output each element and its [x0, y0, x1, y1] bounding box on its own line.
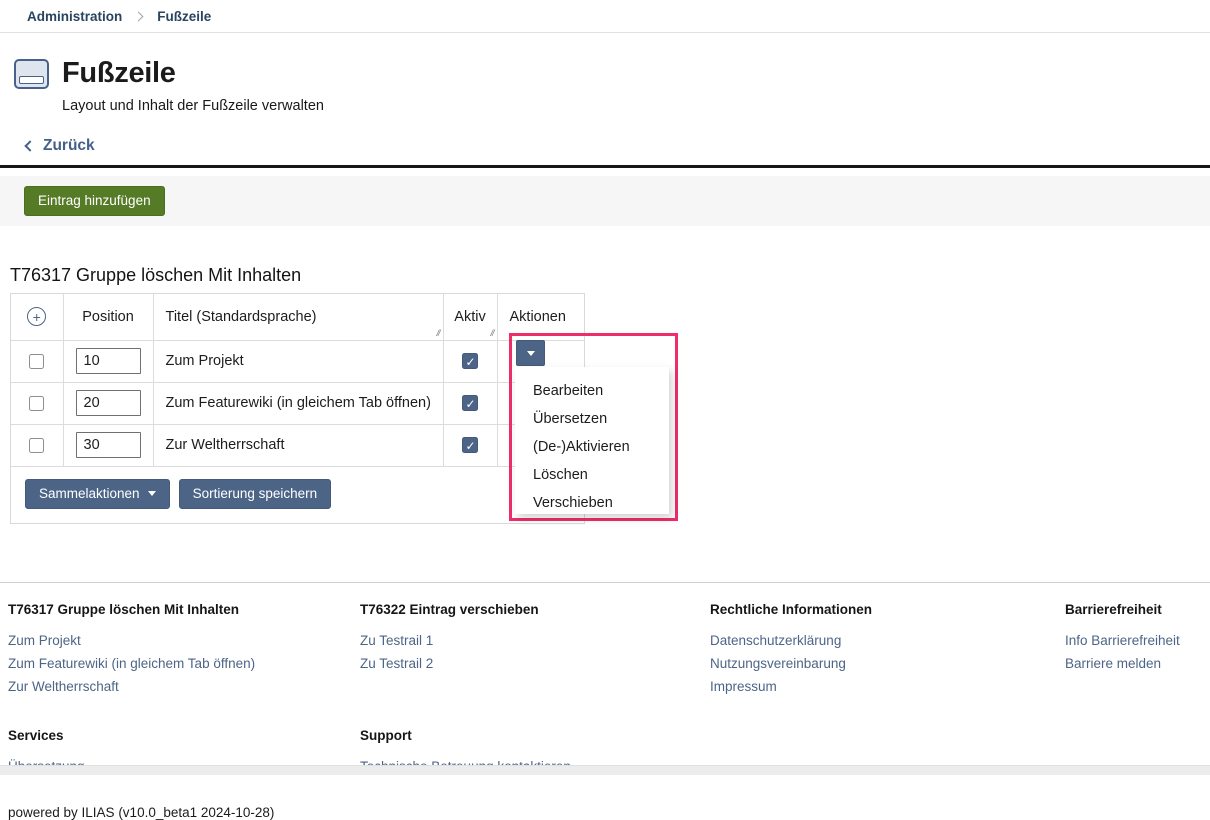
footer-link-zur-weltherrschaft[interactable]: Zur Weltherrschaft [8, 675, 360, 698]
column-header-title: Titel (Standardsprache) // [153, 294, 443, 340]
bulk-actions-label: Sammelaktionen [39, 486, 140, 502]
row-select-checkbox[interactable] [29, 354, 44, 369]
active-checkbox[interactable] [462, 353, 478, 369]
site-footer: T76317 Gruppe löschen Mit Inhalten Zum P… [0, 582, 1210, 820]
footer-heading: T76317 Gruppe löschen Mit Inhalten [8, 602, 360, 617]
chevron-right-icon [134, 11, 144, 21]
bottom-strip [0, 765, 1210, 775]
footer-section-rechtliches: Rechtliche Informationen Datenschutzerkl… [710, 602, 1065, 698]
row-select-checkbox[interactable] [29, 438, 44, 453]
column-resize-handle[interactable]: // [490, 328, 493, 338]
table-row: Zum Projekt [11, 340, 584, 382]
footer-heading: Barrierefreiheit [1065, 602, 1202, 617]
column-header-title-label: Titel (Standardsprache) [166, 309, 317, 325]
menu-item-loeschen[interactable]: Löschen [533, 461, 669, 489]
tabs-divider [0, 165, 1210, 168]
table-row: Zur Weltherrschaft [11, 424, 584, 466]
footer-section-t76322: T76322 Eintrag verschieben Zu Testrail 1… [360, 602, 710, 698]
position-input[interactable] [76, 348, 141, 374]
footer-link-nutzungsvereinbarung[interactable]: Nutzungsvereinbarung [710, 652, 1065, 675]
footer-link-barriere-melden[interactable]: Barriere melden [1065, 652, 1202, 675]
footer-heading: T76322 Eintrag verschieben [360, 602, 710, 617]
entry-title: Zum Featurewiki (in gleichem Tab öffnen) [153, 382, 443, 424]
footer-link-zu-testrail-2[interactable]: Zu Testrail 2 [360, 652, 710, 675]
chevron-left-icon [24, 140, 35, 151]
active-checkbox[interactable] [462, 395, 478, 411]
footer-heading: Rechtliche Informationen [710, 602, 1065, 617]
menu-item-de-aktivieren[interactable]: (De-)Aktivieren [533, 433, 669, 461]
actions-dropdown-highlight: Bearbeiten Übersetzen (De-)Aktivieren Lö… [509, 333, 678, 521]
footer-heading: Services [8, 728, 360, 743]
save-sorting-button[interactable]: Sortierung speichern [179, 479, 332, 509]
footer-link-zum-featurewiki[interactable]: Zum Featurewiki (in gleichem Tab öffnen) [8, 652, 360, 675]
position-input[interactable] [76, 432, 141, 458]
menu-item-uebersetzen[interactable]: Übersetzen [533, 405, 669, 433]
bulk-actions-button[interactable]: Sammelaktionen [25, 479, 170, 509]
caret-down-icon [527, 351, 535, 356]
entry-title: Zur Weltherrschaft [153, 424, 443, 466]
footer-link-impressum[interactable]: Impressum [710, 675, 1065, 698]
footer-section-t76317: T76317 Gruppe löschen Mit Inhalten Zum P… [8, 602, 360, 698]
toolbar: Eintrag hinzufügen [0, 176, 1210, 226]
table-title: T76317 Gruppe löschen Mit Inhalten [10, 265, 1210, 286]
menu-item-verschieben[interactable]: Verschieben [533, 489, 669, 517]
caret-down-icon [148, 491, 156, 496]
footer-heading: Support [360, 728, 710, 743]
column-header-position: Position [63, 294, 153, 340]
column-header-active: Aktiv // [443, 294, 497, 340]
menu-item-bearbeiten[interactable]: Bearbeiten [533, 377, 669, 405]
active-checkbox[interactable] [462, 437, 478, 453]
footer-link-zum-projekt[interactable]: Zum Projekt [8, 629, 360, 652]
footer-section-barrierefreiheit: Barrierefreiheit Info Barrierefreiheit B… [1065, 602, 1202, 698]
column-resize-handle[interactable]: // [436, 328, 439, 338]
circle-plus-icon[interactable]: + [27, 307, 46, 326]
powered-by-text: powered by ILIAS (v10.0_beta1 2024-10-28… [8, 805, 1202, 820]
actions-dropdown-toggle[interactable] [516, 340, 545, 366]
actions-dropdown-menu: Bearbeiten Übersetzen (De-)Aktivieren Lö… [515, 367, 669, 514]
breadcrumb: Administration Fußzeile [0, 0, 1210, 33]
table-header-row: + Position Titel (Standardsprache) // Ak… [11, 294, 584, 340]
entries-table: + Position Titel (Standardsprache) // Ak… [10, 293, 585, 524]
column-header-active-label: Aktiv [454, 309, 485, 325]
page-subtitle: Layout und Inhalt der Fußzeile verwalten [62, 98, 1210, 114]
page-title: Fußzeile [62, 57, 176, 90]
breadcrumb-item-administration[interactable]: Administration [27, 9, 122, 24]
position-input[interactable] [76, 390, 141, 416]
footer-link-info-barrierefreiheit[interactable]: Info Barrierefreiheit [1065, 629, 1202, 652]
breadcrumb-item-fusszeile[interactable]: Fußzeile [157, 9, 211, 24]
back-link[interactable]: Zurück [43, 137, 95, 155]
row-select-checkbox[interactable] [29, 396, 44, 411]
footer-icon [14, 59, 49, 89]
add-entry-button[interactable]: Eintrag hinzufügen [24, 186, 165, 216]
footer-link-zu-testrail-1[interactable]: Zu Testrail 1 [360, 629, 710, 652]
page-header: Fußzeile Layout und Inhalt der Fußzeile … [0, 33, 1210, 114]
entry-title: Zum Projekt [153, 340, 443, 382]
table-row: Zum Featurewiki (in gleichem Tab öffnen) [11, 382, 584, 424]
footer-link-datenschutz[interactable]: Datenschutzerklärung [710, 629, 1065, 652]
